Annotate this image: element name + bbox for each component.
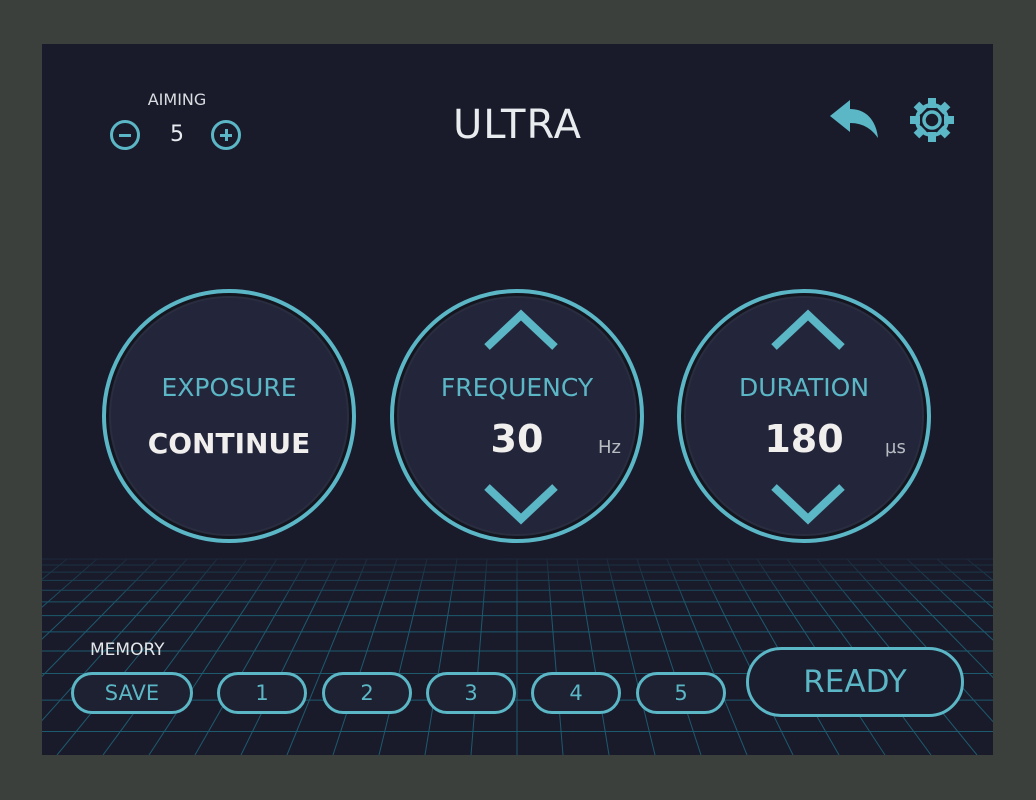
exposure-label: EXPOSURE	[161, 373, 297, 402]
frequency-decrease-chevron-icon[interactable]	[481, 481, 561, 527]
duration-increase-chevron-icon[interactable]	[768, 307, 848, 353]
exposure-value: CONTINUE	[147, 427, 311, 460]
memory-slot-2-button[interactable]: 2	[322, 672, 412, 714]
memory-slot-5-button[interactable]: 5	[636, 672, 726, 714]
frequency-increase-chevron-icon[interactable]	[481, 307, 561, 353]
gear-icon[interactable]	[908, 96, 956, 144]
frequency-dial: FREQUENCY 30 Hz	[390, 289, 644, 543]
duration-decrease-chevron-icon[interactable]	[768, 481, 848, 527]
duration-dial: DURATION 180 µs	[677, 289, 931, 543]
memory-save-button[interactable]: SAVE	[71, 672, 193, 714]
memory-slot-1-button[interactable]: 1	[217, 672, 307, 714]
memory-label: MEMORY	[90, 640, 165, 660]
memory-slot-4-button[interactable]: 4	[531, 672, 621, 714]
exposure-dial[interactable]: EXPOSURE CONTINUE	[102, 289, 356, 543]
back-arrow-icon[interactable]	[826, 96, 882, 142]
screen: AIMING 5 ULTRA EXPOSURE CONTINUE FREQUEN…	[42, 44, 993, 755]
memory-slot-3-button[interactable]: 3	[426, 672, 516, 714]
frequency-unit: Hz	[598, 437, 621, 458]
ready-button[interactable]: READY	[746, 647, 964, 717]
frequency-label: FREQUENCY	[440, 373, 594, 402]
duration-unit: µs	[885, 437, 906, 458]
duration-label: DURATION	[738, 373, 870, 402]
